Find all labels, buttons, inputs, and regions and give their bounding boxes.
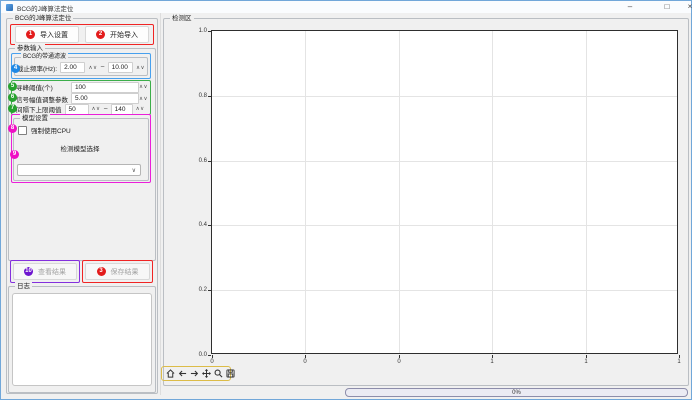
plot-toolbar — [161, 366, 231, 381]
start-import-button[interactable]: 2 开始导入 — [85, 26, 149, 43]
interval-threshold-row: 间隔下上限阈值 50 ∧∨ ~ 140 ∧∨ — [16, 104, 148, 115]
peak-threshold-row: 寻峰阈值(个) 100 ∧∨ — [16, 82, 148, 93]
minimize-button[interactable]: – — [619, 1, 641, 13]
maximize-button[interactable]: □ — [656, 1, 678, 13]
peak-threshold-label: 寻峰阈值(个) — [16, 82, 71, 92]
close-button[interactable]: × — [679, 1, 692, 13]
view-results-label: 查看结果 — [38, 267, 66, 277]
annotation-badge-5: 5 — [8, 82, 17, 91]
y-tick-label: 0.2 — [189, 287, 207, 294]
x-tick-label: 0 — [391, 359, 407, 366]
amplitude-param-spinner-icon[interactable]: ∧∨ — [139, 96, 148, 102]
app-window: BCG的J峰算法定位 – □ × BCG的J峰算法定位 1 导入设置 2 开始导… — [0, 0, 692, 400]
force-cpu-checkbox[interactable] — [18, 126, 27, 135]
y-tick-label: 0.6 — [189, 158, 207, 165]
annotation-badge-7: 7 — [8, 104, 17, 113]
model-group-label: 模型设置 — [20, 114, 50, 123]
home-icon[interactable] — [166, 369, 175, 378]
x-tick-label: 1 — [671, 359, 687, 366]
amplitude-param-label: 信号幅值调整参数 — [16, 94, 71, 104]
interval-low-spinner-icon[interactable]: ∧∨ — [92, 106, 101, 112]
annotation-badge-8: 8 — [8, 124, 17, 133]
y-tick-label: 0.8 — [189, 93, 207, 100]
annotation-badge-4: 4 — [11, 64, 20, 73]
plot-area[interactable]: 1.00.80.60.40.20.0000111 — [211, 30, 678, 354]
x-tick-label: 1 — [484, 359, 500, 366]
cutoff-frequency-label: 截止频率(Hz): — [17, 63, 57, 73]
pan-icon[interactable] — [202, 369, 211, 378]
interval-high-input[interactable]: 140 — [111, 104, 133, 115]
model-select-dropdown[interactable]: ∨ — [17, 164, 141, 176]
title-bar: BCG的J峰算法定位 – □ × — [1, 1, 691, 13]
y-tick-label: 1.0 — [189, 28, 207, 35]
log-textarea[interactable] — [12, 293, 152, 386]
peak-threshold-spinner-icon[interactable]: ∧∨ — [139, 84, 148, 90]
bandpass-group-label: BCG的带通滤波 — [21, 53, 68, 62]
zoom-icon[interactable] — [214, 369, 223, 378]
annotation-badge-3: 3 — [97, 267, 106, 276]
forward-arrow-icon[interactable] — [190, 369, 199, 378]
params-group-label: 参数输入 — [15, 44, 45, 53]
import-settings-button[interactable]: 1 导入设置 — [15, 26, 79, 43]
progress-label: 0% — [512, 390, 521, 396]
cutoff-low-input[interactable]: 2.00 — [60, 62, 85, 73]
view-results-button[interactable]: 10 查看结果 — [13, 263, 77, 280]
model-select-label: 检测模型选择 — [13, 143, 147, 153]
left-panel-group-label: BCG的J峰算法定位 — [13, 14, 73, 23]
save-results-label: 保存结果 — [111, 267, 139, 277]
interval-low-input[interactable]: 50 — [65, 104, 89, 115]
save-icon[interactable] — [226, 369, 235, 378]
detection-area-label: 检测区 — [170, 14, 194, 23]
peak-threshold-input[interactable]: 100 — [71, 82, 139, 93]
bandpass-row: 截止频率(Hz): 2.00 ∧∨ ~ 10.00 ∧∨ — [17, 62, 145, 73]
cutoff-high-spinner-icon[interactable]: ∧∨ — [136, 65, 145, 71]
y-tick-label: 0.0 — [189, 352, 207, 359]
cutoff-range-separator: ~ — [101, 64, 105, 71]
chevron-down-icon: ∨ — [132, 167, 136, 174]
amplitude-param-row: 信号幅值调整参数 5.00 ∧∨ — [16, 93, 148, 104]
annotation-badge-10: 10 — [24, 267, 33, 276]
annotation-badge-1: 1 — [26, 30, 35, 39]
panel-splitter[interactable] — [160, 13, 161, 395]
x-tick-label: 0 — [204, 359, 220, 366]
start-import-label: 开始导入 — [110, 30, 138, 40]
app-icon — [6, 4, 13, 11]
window-title: BCG的J峰算法定位 — [17, 3, 73, 13]
interval-high-spinner-icon[interactable]: ∧∨ — [136, 106, 145, 112]
force-cpu-label: 强制使用CPU — [31, 125, 71, 135]
back-arrow-icon[interactable] — [178, 369, 187, 378]
y-tick-label: 0.4 — [189, 222, 207, 229]
force-cpu-row: 强制使用CPU — [18, 125, 71, 135]
x-tick-label: 1 — [578, 359, 594, 366]
save-results-button[interactable]: 3 保存结果 — [85, 263, 150, 280]
import-settings-label: 导入设置 — [40, 30, 68, 40]
interval-threshold-label: 间隔下上限阈值 — [16, 104, 62, 114]
annotation-badge-2: 2 — [96, 30, 105, 39]
annotation-badge-9: 9 — [10, 150, 19, 159]
log-group-label: 日志 — [15, 282, 32, 291]
amplitude-param-input[interactable]: 5.00 — [71, 93, 139, 104]
cutoff-high-input[interactable]: 10.00 — [108, 62, 133, 73]
progress-bar: 0% — [345, 388, 688, 397]
x-tick-label: 0 — [297, 359, 313, 366]
cutoff-low-spinner-icon[interactable]: ∧∨ — [88, 65, 97, 71]
interval-range-separator: ~ — [104, 106, 108, 113]
annotation-badge-6: 6 — [8, 93, 17, 102]
